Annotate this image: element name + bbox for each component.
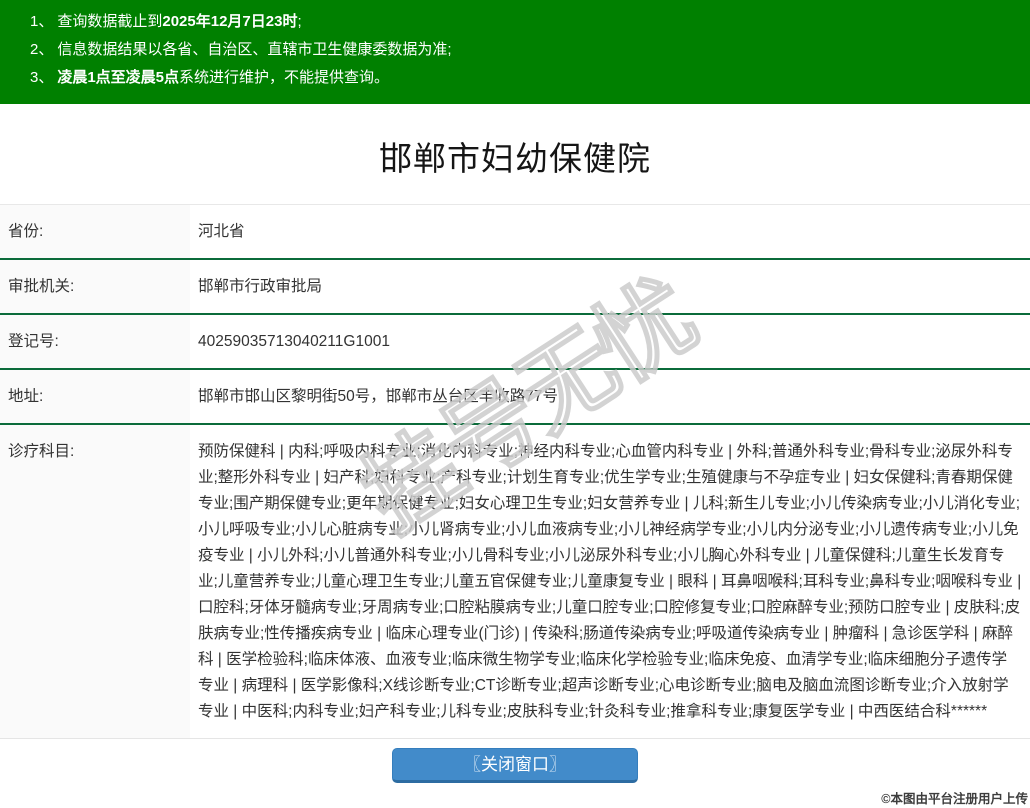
row-label: 地址: — [0, 369, 190, 424]
page-title: 邯郸市妇幼保健院 — [0, 132, 1030, 180]
table-row-approval-authority: 审批机关: 邯郸市行政审批局 — [0, 259, 1030, 314]
row-value: 40259035713040211G1001 — [190, 314, 1030, 369]
institution-detail-table: 省份: 河北省 审批机关: 邯郸市行政审批局 登记号: 402590357130… — [0, 204, 1030, 739]
row-label: 省份: — [0, 205, 190, 260]
button-area: 〖关闭窗口〗 — [0, 748, 1030, 783]
row-label: 诊疗科目: — [0, 424, 190, 739]
notice-line-2: 2、信息数据结果以各省、自治区、直辖市卫生健康委数据为准; — [30, 36, 1010, 64]
table-row-province: 省份: 河北省 — [0, 205, 1030, 260]
row-value: 邯郸市行政审批局 — [190, 259, 1030, 314]
notice-text: 信息数据结果以各省、自治区、直辖市卫生健康委数据为准; — [57, 41, 451, 58]
row-value: 邯郸市邯山区黎明街50号，邯郸市丛台区丰收路77号 — [190, 369, 1030, 424]
image-credit-watermark: ©本图由平台注册用户上传 — [881, 788, 1028, 807]
row-label: 登记号: — [0, 314, 190, 369]
notice-number: 1、 — [30, 13, 53, 30]
row-value: 预防保健科 | 内科;呼吸内科专业;消化内科专业;神经内科专业;心血管内科专业 … — [190, 424, 1030, 739]
table-row-medical-subjects: 诊疗科目: 预防保健科 | 内科;呼吸内科专业;消化内科专业;神经内科专业;心血… — [0, 424, 1030, 739]
notice-line-1: 1、查询数据截止到2025年12月7日23时; — [30, 8, 1010, 36]
row-value: 河北省 — [190, 205, 1030, 260]
close-window-button[interactable]: 〖关闭窗口〗 — [392, 748, 638, 783]
notice-number: 3、 — [30, 69, 53, 86]
notice-line-3: 3、凌晨1点至凌晨5点系统进行维护，不能提供查询。 — [30, 64, 1010, 92]
notice-number: 2、 — [30, 41, 53, 58]
notice-text: 查询数据截止到2025年12月7日23时; — [57, 13, 301, 30]
notice-banner: 1、查询数据截止到2025年12月7日23时; 2、信息数据结果以各省、自治区、… — [0, 0, 1030, 104]
row-label: 审批机关: — [0, 259, 190, 314]
table-row-registration-number: 登记号: 40259035713040211G1001 — [0, 314, 1030, 369]
table-row-address: 地址: 邯郸市邯山区黎明街50号，邯郸市丛台区丰收路77号 — [0, 369, 1030, 424]
notice-text: 凌晨1点至凌晨5点系统进行维护，不能提供查询。 — [57, 69, 389, 86]
